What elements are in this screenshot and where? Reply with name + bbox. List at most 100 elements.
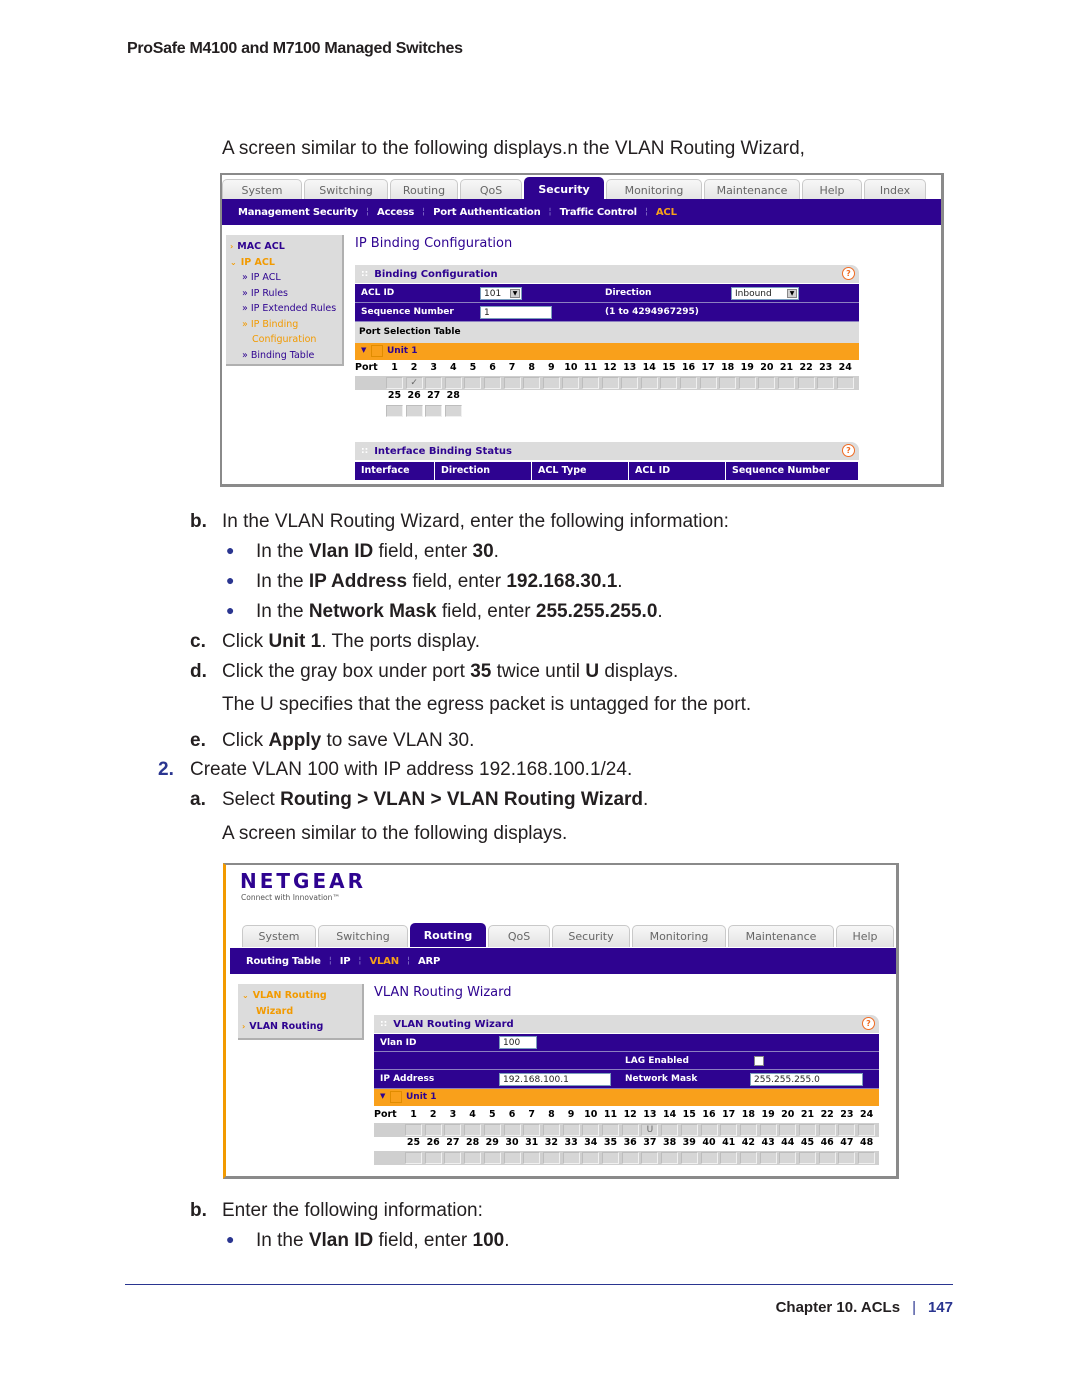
port-24-box[interactable] [836, 377, 854, 389]
port-25-box[interactable] [405, 1152, 422, 1164]
help-icon[interactable]: ? [842, 444, 855, 457]
port-34-box[interactable] [582, 1152, 600, 1164]
port-22-box[interactable] [818, 1124, 836, 1136]
port-6-box[interactable] [503, 1124, 521, 1136]
tab-maintenance[interactable]: Maintenance [728, 925, 834, 947]
leftnav-item[interactable]: ⌄ VLAN Routing [242, 988, 358, 1004]
port-23-box[interactable] [817, 377, 835, 389]
port-3-box[interactable] [444, 1124, 462, 1136]
port-8-box[interactable] [542, 1124, 560, 1136]
tab-system[interactable]: System [222, 179, 302, 201]
unit-checkbox[interactable] [371, 345, 383, 357]
leftnav-item[interactable]: › MAC ACL [230, 239, 338, 255]
leftnav-item[interactable]: » IP Binding [230, 317, 338, 333]
column-header-interface[interactable]: Interface [355, 462, 435, 480]
tab-routing[interactable]: Routing [390, 179, 458, 201]
port-15-box[interactable] [680, 1124, 698, 1136]
tab-switching[interactable]: Switching [318, 925, 408, 947]
unit-1-toggle[interactable]: ▼ Unit 1 [355, 343, 859, 360]
column-header-acl-type[interactable]: ACL Type [532, 462, 629, 480]
port-8-box[interactable] [523, 377, 541, 389]
port-45-box[interactable] [799, 1152, 816, 1164]
port-37-box[interactable] [641, 1152, 659, 1164]
subnav-access[interactable]: Access [377, 207, 414, 218]
ip-address-input[interactable]: 192.168.100.1 [499, 1073, 611, 1086]
port-39-box[interactable] [680, 1152, 698, 1164]
direction-select[interactable]: Inbound ▼ [731, 287, 799, 300]
port-24-box[interactable] [858, 1124, 876, 1136]
port-16-box[interactable] [680, 377, 697, 389]
tab-monitoring[interactable]: Monitoring [606, 179, 702, 201]
port-2-box[interactable] [424, 1124, 442, 1136]
subnav-traffic-control[interactable]: Traffic Control [560, 207, 637, 218]
subnav-port-authentication[interactable]: Port Authentication [433, 207, 541, 218]
port-17-box[interactable] [720, 1124, 738, 1136]
tab-routing[interactable]: Routing [410, 923, 486, 947]
port-1-box[interactable] [386, 377, 403, 389]
port-43-box[interactable] [759, 1152, 777, 1164]
column-header-sequence-number[interactable]: Sequence Number [726, 462, 859, 480]
port-9-box[interactable] [542, 377, 560, 389]
port-29-box[interactable] [483, 1152, 501, 1164]
port-25-box[interactable] [386, 405, 403, 417]
port-10-box[interactable] [562, 377, 580, 389]
leftnav-item[interactable]: » IP Rules [230, 286, 338, 302]
port-46-box[interactable] [818, 1152, 836, 1164]
unit-checkbox[interactable] [390, 1091, 402, 1103]
port-32-box[interactable] [542, 1152, 560, 1164]
port-5-box[interactable] [483, 1124, 501, 1136]
port-21-box[interactable] [799, 1124, 816, 1136]
port-13-box[interactable]: U [641, 1124, 659, 1136]
port-26-box[interactable] [424, 1152, 442, 1164]
tab-help[interactable]: Help [802, 179, 862, 201]
port-17-box[interactable] [699, 377, 717, 389]
tab-qos[interactable]: QoS [460, 179, 522, 201]
lag-enabled-checkbox[interactable] [754, 1056, 764, 1066]
tab-help[interactable]: Help [836, 925, 894, 947]
port-33-box[interactable] [562, 1152, 580, 1164]
port-1-box[interactable] [405, 1124, 422, 1136]
tab-index[interactable]: Index [864, 179, 926, 201]
subnav-management-security[interactable]: Management Security [238, 207, 358, 218]
port-10-box[interactable] [582, 1124, 600, 1136]
port-23-box[interactable] [838, 1124, 856, 1136]
port-4-box[interactable] [464, 1124, 482, 1136]
subnav-routing-table[interactable]: Routing Table [246, 956, 321, 967]
port-35-box[interactable] [602, 1152, 619, 1164]
port-5-box[interactable] [464, 377, 482, 389]
column-header-acl-id[interactable]: ACL ID [629, 462, 726, 480]
port-48-box[interactable] [858, 1152, 876, 1164]
port-16-box[interactable] [700, 1124, 718, 1136]
tab-switching[interactable]: Switching [304, 179, 388, 201]
port-20-box[interactable] [779, 1124, 797, 1136]
port-13-box[interactable] [621, 377, 639, 389]
leftnav-item[interactable]: › VLAN Routing [242, 1019, 358, 1035]
port-11-box[interactable] [582, 377, 599, 389]
network-mask-input[interactable]: 255.255.255.0 [750, 1073, 863, 1086]
tab-system[interactable]: System [242, 925, 316, 947]
port-27-box[interactable] [444, 1152, 462, 1164]
port-30-box[interactable] [503, 1152, 521, 1164]
tab-maintenance[interactable]: Maintenance [704, 179, 800, 201]
port-27-box[interactable] [425, 405, 443, 417]
tab-security[interactable]: Security [524, 177, 604, 201]
tab-monitoring[interactable]: Monitoring [632, 925, 726, 947]
subnav-vlan[interactable]: VLAN [369, 956, 399, 967]
port-36-box[interactable] [621, 1152, 639, 1164]
leftnav-item[interactable]: » IP ACL [230, 270, 338, 286]
port-6-box[interactable] [484, 377, 501, 389]
help-icon[interactable]: ? [842, 267, 855, 280]
port-22-box[interactable] [797, 377, 815, 389]
port-18-box[interactable] [739, 1124, 757, 1136]
unit-1-toggle[interactable]: ▼ Unit 1 [374, 1089, 879, 1106]
port-4-box[interactable] [444, 377, 462, 389]
port-15-box[interactable] [660, 377, 678, 389]
leftnav-item[interactable]: » IP Extended Rules [230, 301, 338, 317]
port-9-box[interactable] [562, 1124, 580, 1136]
port-19-box[interactable] [759, 1124, 777, 1136]
port-12-box[interactable] [621, 1124, 639, 1136]
leftnav-item[interactable]: Wizard [242, 1004, 358, 1020]
port-14-box[interactable] [640, 377, 658, 389]
subnav-acl[interactable]: ACL [656, 207, 677, 218]
vlan-id-input[interactable]: 100 [499, 1036, 537, 1049]
